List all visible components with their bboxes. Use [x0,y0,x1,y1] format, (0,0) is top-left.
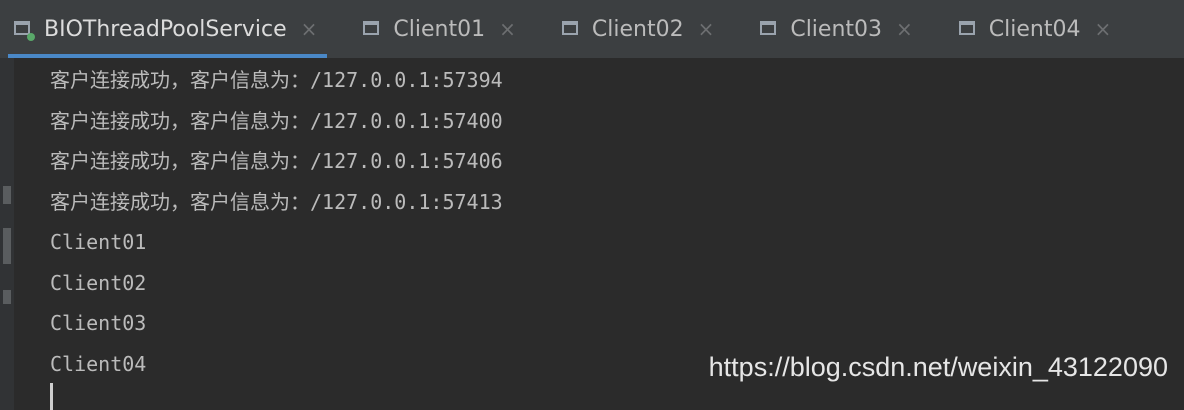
close-icon[interactable]: × [896,19,913,39]
console-output[interactable]: 客户连接成功，客户信息为：/127.0.0.1:57394 客户连接成功，客户信… [50,62,503,386]
tab-label: Client01 [393,16,486,42]
console-window-icon [363,20,383,38]
console-line: 客户连接成功，客户信息为：/127.0.0.1:57394 [50,68,503,92]
tab-label: Client03 [790,16,883,42]
close-icon[interactable]: × [499,19,516,39]
gutter-marker [3,186,11,204]
console-window-icon [958,20,979,38]
console-line: 客户连接成功，客户信息为：/127.0.0.1:57406 [50,149,503,173]
console-line: 客户连接成功，客户信息为：/127.0.0.1:57400 [50,108,503,133]
console-window-icon [760,20,780,38]
close-icon[interactable]: × [698,19,715,39]
console-line: Client02 [50,270,147,295]
tab-label: Client04 [988,16,1081,42]
console-gutter [0,58,14,410]
console-line: Client03 [50,311,147,335]
run-tab-bar: BIOThreadPoolService × Client01 × Client… [0,0,1184,58]
console-line: Client01 [50,230,147,254]
gutter-marker [3,290,11,304]
tab-client02[interactable]: Client02 × [548,0,724,58]
tab-label: BIOThreadPoolService [44,16,287,42]
tab-client01[interactable]: Client01 × [349,0,525,58]
console-window-icon [561,20,582,38]
run-console-window: BIOThreadPoolService × Client01 × Client… [0,0,1184,410]
console-line: 客户连接成功，客户信息为：/127.0.0.1:57413 [50,189,503,214]
tab-client04[interactable]: Client04 × [945,0,1121,58]
watermark-text: https://blog.csdn.net/weixin_43122090 [708,352,1168,382]
tab-client03[interactable]: Client03 × [746,0,922,58]
run-console-icon [14,20,35,41]
close-icon[interactable]: × [1094,19,1111,39]
tab-biothreadpoolservice[interactable]: BIOThreadPoolService × [0,0,328,58]
gutter-marker [3,228,11,264]
tab-label: Client02 [591,16,684,42]
close-icon[interactable]: × [301,19,318,39]
text-cursor [50,383,53,410]
console-line: Client04 [50,351,147,376]
